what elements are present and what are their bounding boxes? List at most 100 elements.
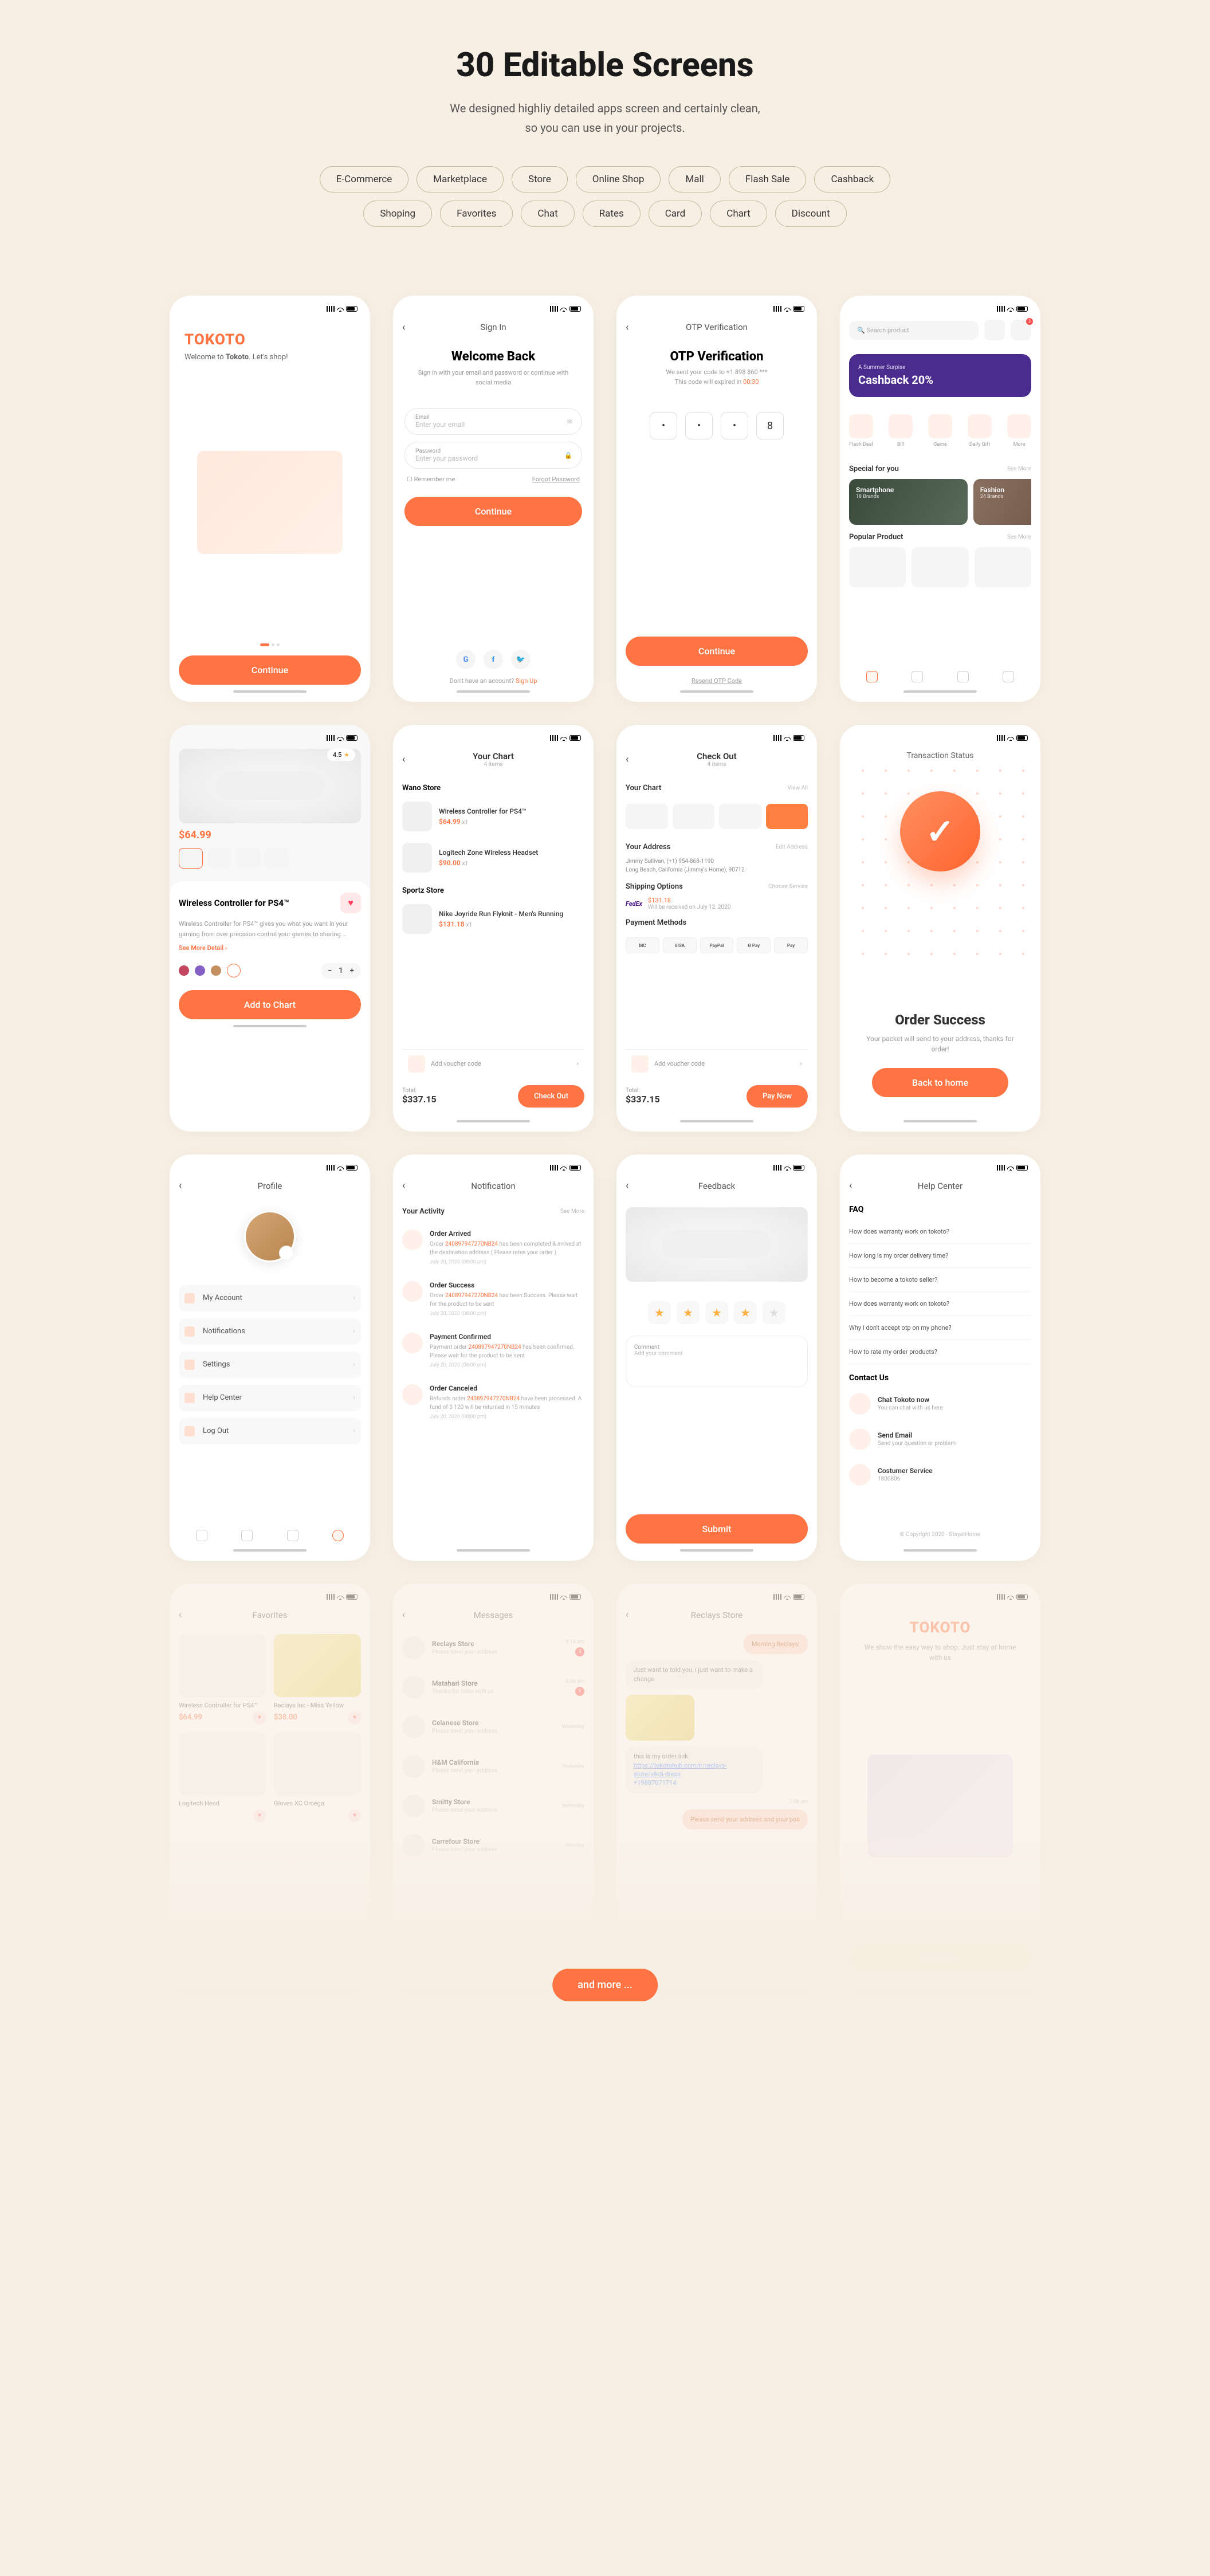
tag-card[interactable]: Card	[649, 201, 702, 227]
facebook-icon[interactable]: f	[484, 650, 503, 669]
see-more-link[interactable]: See More	[1007, 466, 1031, 472]
choose-service-link[interactable]: Choose Service	[768, 883, 808, 890]
nav-home-icon[interactable]	[419, 1959, 431, 1970]
message-item[interactable]: H&M CaliforniaPlease send your addressYe…	[402, 1747, 584, 1786]
nav-chat-icon[interactable]	[957, 671, 969, 682]
nav-chat-icon[interactable]	[287, 1959, 298, 1970]
message-item[interactable]: Reclays StorePlease send your address8:1…	[402, 1628, 584, 1668]
product-card[interactable]	[975, 547, 1031, 587]
nav-chat-icon[interactable]	[510, 1959, 522, 1970]
profile-menu-item[interactable]: Settings›	[179, 1352, 361, 1378]
favorite-item[interactable]: Logitech Head♥	[179, 1732, 266, 1822]
attach-icon[interactable]: +	[631, 1949, 650, 1967]
back-home-button[interactable]: Back to home	[872, 1068, 1008, 1097]
cart-item[interactable]: Wireless Controller for PS4™$64.99 x1	[402, 796, 584, 837]
twitter-icon[interactable]: 🐦	[511, 650, 531, 669]
product-card[interactable]	[912, 547, 968, 587]
product-card[interactable]	[849, 547, 906, 587]
color-swatch[interactable]	[227, 964, 241, 977]
see-more-link[interactable]: See More	[560, 1208, 584, 1215]
notification-item[interactable]: Order ArrivedOrder 240897947270NB24 has …	[402, 1222, 584, 1273]
see-more-link[interactable]: See More	[1007, 534, 1031, 540]
color-swatch[interactable]	[179, 965, 189, 976]
contact-item[interactable]: Send EmailSend your question or problem	[849, 1421, 1031, 1457]
back-icon[interactable]: ‹	[402, 1180, 405, 1192]
heart-icon[interactable]: ♥	[340, 893, 361, 913]
heart-icon[interactable]: ♥	[253, 1711, 266, 1724]
avatar[interactable]	[244, 1211, 296, 1262]
favorite-item[interactable]: Reclays Inc - Miss Yellow$38.00♥	[274, 1634, 361, 1724]
password-input[interactable]: PasswordEnter your password🔒	[404, 442, 582, 469]
nav-fav-icon[interactable]	[912, 671, 923, 682]
view-all-link[interactable]: View All	[788, 785, 808, 791]
email-input[interactable]: EmailEnter your email✉	[404, 408, 582, 435]
continue-button[interactable]: Continue	[179, 655, 361, 685]
tag-rates[interactable]: Rates	[583, 201, 641, 227]
payment-option[interactable]: Pay	[774, 937, 808, 953]
tag-shoping[interactable]: Shoping	[363, 201, 432, 227]
message-item[interactable]: Celanese StorePlease send your addressYe…	[402, 1707, 584, 1747]
faq-item[interactable]: How does warranty work on tokoto?	[849, 1220, 1031, 1244]
tag-chart[interactable]: Chart	[710, 201, 767, 227]
tag-cashback[interactable]: Cashback	[814, 166, 890, 193]
message-item[interactable]: Carrefour StorePlease send your addressM…	[402, 1826, 584, 1866]
contact-item[interactable]: Costumer Service1800806	[849, 1457, 1031, 1493]
payment-option[interactable]: VISA	[663, 937, 697, 953]
nav-profile-icon[interactable]	[332, 1530, 344, 1541]
checkout-button[interactable]: Check Out	[518, 1085, 584, 1108]
profile-menu-item[interactable]: Notifications›	[179, 1318, 361, 1345]
back-icon[interactable]: ‹	[626, 321, 628, 333]
pay-now-button[interactable]: Pay Now	[747, 1085, 808, 1108]
payment-option[interactable]: PayPal	[700, 937, 734, 953]
message-item[interactable]: Smitty StorePlease send your addressYest…	[402, 1786, 584, 1826]
chat-image[interactable]	[626, 1695, 694, 1741]
cart-item[interactable]: Logitech Zone Wireless Headset$90.00 x1	[402, 837, 584, 878]
notification-item[interactable]: Order SuccessOrder 240897947270NB24 has …	[402, 1273, 584, 1325]
otp-inputs[interactable]: •••8	[626, 412, 808, 439]
nav-fav-icon[interactable]	[241, 1530, 253, 1541]
category-item[interactable]: Daily Gift	[968, 414, 992, 447]
category-item[interactable]: More	[1007, 414, 1031, 447]
signup-link[interactable]: Sign Up	[516, 677, 537, 685]
nav-home-icon[interactable]	[196, 1959, 207, 1970]
color-swatch[interactable]	[195, 965, 205, 976]
camera-icon[interactable]	[279, 1246, 294, 1260]
message-input[interactable]: Type a message	[655, 1954, 789, 1962]
thumbnail[interactable]	[179, 848, 203, 869]
payment-option[interactable]: G Pay	[737, 937, 771, 953]
nav-chat-icon[interactable]	[287, 1530, 298, 1541]
back-icon[interactable]: ‹	[626, 1609, 628, 1621]
search-input[interactable]: 🔍 Search product	[849, 321, 979, 340]
thumbnail[interactable]	[236, 848, 260, 869]
back-icon[interactable]: ‹	[402, 1609, 405, 1621]
special-card[interactable]: Fashion24 Brands	[973, 479, 1031, 525]
nav-home-icon[interactable]	[866, 671, 878, 682]
bell-icon[interactable]: 3	[1011, 320, 1031, 340]
star-icon[interactable]: ★	[705, 1301, 728, 1324]
back-icon[interactable]: ‹	[179, 1609, 182, 1621]
profile-menu-item[interactable]: My Account›	[179, 1285, 361, 1311]
promo-banner[interactable]: A Summer Surpise Cashback 20%	[849, 354, 1031, 397]
tag-mall[interactable]: Mall	[669, 166, 720, 193]
back-icon[interactable]: ‹	[402, 321, 405, 333]
cart-icon[interactable]	[984, 320, 1005, 340]
nav-fav-icon[interactable]	[465, 1959, 476, 1970]
faq-item[interactable]: How does warranty work on tokoto?	[849, 1292, 1031, 1316]
remember-checkbox[interactable]: ☐ Remember me	[407, 476, 455, 483]
category-item[interactable]: Flash Deal	[849, 414, 873, 447]
comment-input[interactable]: Comment Add your comment	[626, 1336, 808, 1387]
star-icon[interactable]: ★	[648, 1301, 671, 1324]
continue-button[interactable]: Continue	[404, 497, 582, 526]
add-to-cart-button[interactable]: Add to Chart	[179, 990, 361, 1019]
notification-item[interactable]: Payment ConfirmedPayment order 240897947…	[402, 1325, 584, 1376]
tag-e-commerce[interactable]: E-Commerce	[320, 166, 408, 193]
nav-profile-icon[interactable]	[1003, 671, 1014, 682]
google-icon[interactable]: G	[456, 650, 476, 669]
back-icon[interactable]: ‹	[179, 1180, 182, 1192]
submit-button[interactable]: Submit	[626, 1514, 808, 1544]
nav-home-icon[interactable]	[196, 1530, 207, 1541]
star-icon[interactable]: ★	[763, 1301, 785, 1324]
heart-icon[interactable]: ♥	[253, 1809, 266, 1822]
tag-chat[interactable]: Chat	[521, 201, 574, 227]
heart-icon[interactable]: ♥	[348, 1809, 361, 1822]
